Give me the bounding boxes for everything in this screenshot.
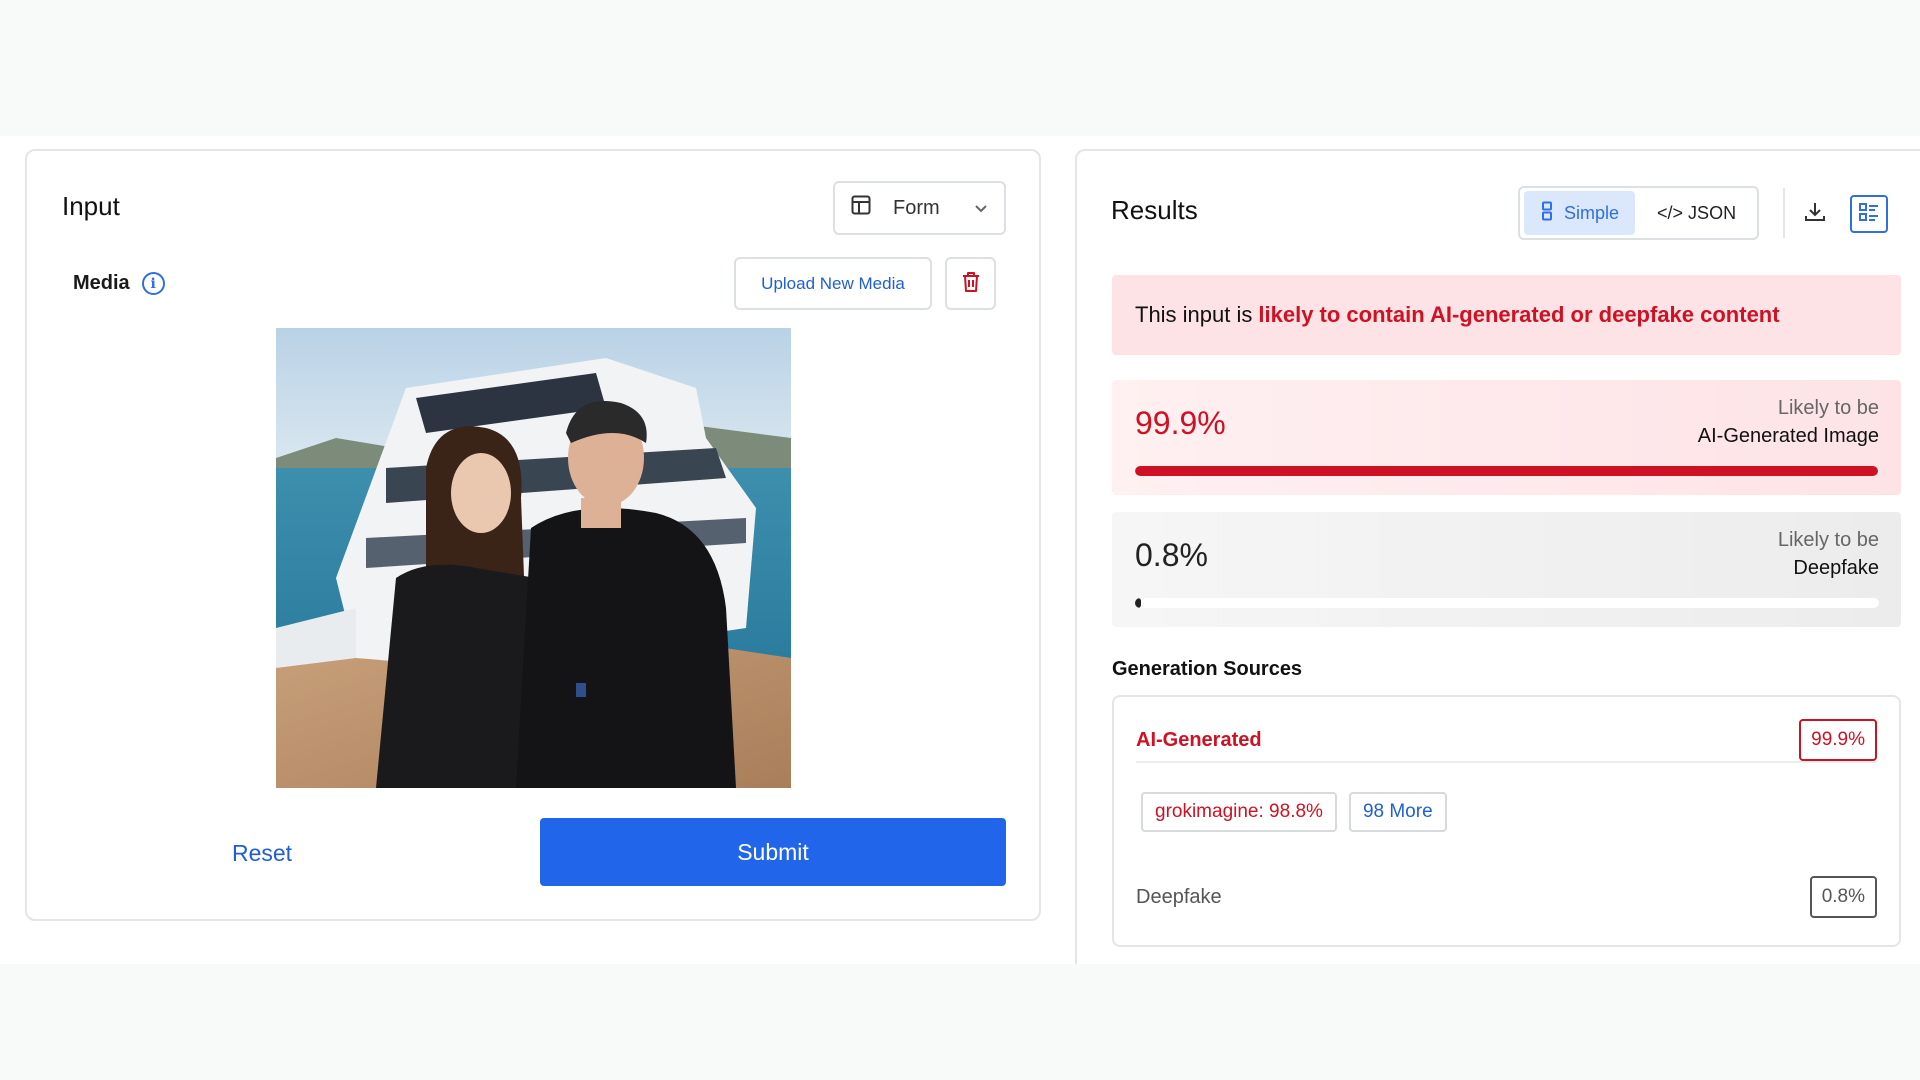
toolbar-divider bbox=[1783, 188, 1785, 238]
ai-generated-score-card: 99.9% Likely to be AI-Generated Image bbox=[1112, 380, 1901, 495]
info-icon[interactable]: i bbox=[141, 272, 165, 295]
source-ai-label: AI-Generated bbox=[1136, 728, 1262, 751]
source-row-deepfake: Deepfake 0.8% bbox=[1136, 875, 1877, 919]
media-label-text: Media bbox=[73, 272, 130, 294]
mode-select[interactable]: Form bbox=[833, 181, 1006, 235]
deepfake-score-caption: Likely to be bbox=[1777, 529, 1879, 551]
source-tag-more[interactable]: 98 More bbox=[1348, 792, 1447, 832]
source-row-ai-generated: AI-Generated 99.9% bbox=[1136, 719, 1877, 763]
source-deepfake-badge: 0.8% bbox=[1809, 876, 1877, 918]
generation-sources-box: AI-Generated 99.9% grokimagine: 98.8% 98… bbox=[1112, 695, 1901, 947]
download-button[interactable] bbox=[1796, 195, 1834, 233]
view-toggle: Simple </> JSON bbox=[1518, 186, 1759, 240]
view-simple-label: Simple bbox=[1564, 202, 1620, 223]
ai-score-value: 99.9% bbox=[1135, 405, 1226, 441]
ai-score-label: AI-Generated Image bbox=[1697, 425, 1879, 447]
submit-button[interactable]: Submit bbox=[540, 818, 1006, 886]
verdict-alert: This input is likely to contain AI-gener… bbox=[1112, 275, 1901, 355]
verdict-prefix: This input is bbox=[1135, 302, 1253, 327]
deepfake-score-bar-fill bbox=[1135, 598, 1141, 608]
results-title: Results bbox=[1111, 195, 1198, 225]
list-detail-icon bbox=[1858, 201, 1880, 228]
view-json-tab[interactable]: </> JSON bbox=[1641, 191, 1752, 235]
view-json-label: </> JSON bbox=[1657, 202, 1737, 223]
ai-score-caption: Likely to be bbox=[1777, 397, 1879, 419]
ai-score-bar bbox=[1135, 466, 1879, 476]
download-icon bbox=[1803, 200, 1827, 229]
source-tag-grokimagine[interactable]: grokimagine: 98.8% bbox=[1141, 792, 1337, 832]
detail-view-button[interactable] bbox=[1850, 195, 1888, 233]
view-simple-tab[interactable]: Simple bbox=[1524, 191, 1636, 235]
mode-select-value: Form bbox=[893, 196, 940, 219]
upload-new-media-button[interactable]: Upload New Media bbox=[734, 257, 932, 310]
deepfake-score-card: 0.8% Likely to be Deepfake bbox=[1112, 512, 1901, 627]
input-panel: Input Form Media i Upload New Media Rese… bbox=[25, 149, 1041, 921]
delete-media-button[interactable] bbox=[945, 257, 996, 310]
ai-score-bar-fill bbox=[1135, 466, 1879, 476]
results-panel: Results Simple </> JSON This input is li… bbox=[1075, 149, 1920, 964]
deepfake-score-bar bbox=[1135, 598, 1879, 608]
source-ai-badge: 99.9% bbox=[1799, 719, 1877, 761]
verdict-highlight: likely to contain AI-generated or deepfa… bbox=[1258, 302, 1780, 327]
chevron-down-icon bbox=[974, 197, 988, 220]
source-tags: grokimagine: 98.8% 98 More bbox=[1141, 792, 1447, 832]
trash-icon bbox=[960, 270, 982, 297]
layout-icon bbox=[851, 195, 871, 221]
reset-button[interactable]: Reset bbox=[157, 826, 367, 880]
input-title: Input bbox=[62, 191, 120, 221]
deepfake-score-label: Deepfake bbox=[1793, 557, 1879, 579]
simple-view-icon bbox=[1540, 201, 1554, 226]
deepfake-score-value: 0.8% bbox=[1135, 537, 1208, 573]
uploaded-media-image bbox=[276, 328, 791, 788]
generation-sources-title: Generation Sources bbox=[1112, 658, 1303, 680]
source-deepfake-label: Deepfake bbox=[1136, 885, 1222, 908]
media-label: Media i bbox=[73, 272, 165, 295]
